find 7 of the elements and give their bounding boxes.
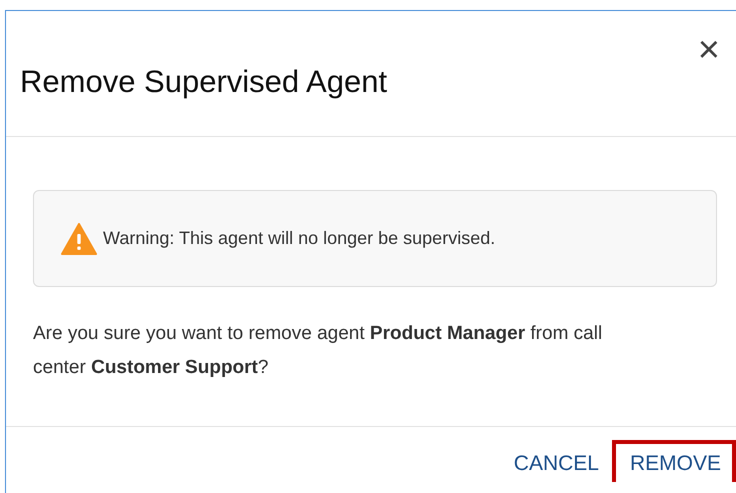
warning-text: Warning: This agent will no longer be supervised.: [103, 227, 496, 250]
dialog-title: Remove Supervised Agent: [20, 64, 388, 100]
warning-icon: [61, 222, 97, 254]
close-button[interactable]: ×: [698, 31, 720, 69]
action-button[interactable]: REMOVE: [612, 440, 736, 482]
confirmation-message: Are you sure you want to remove agent Product Manager from call center Customer Support?: [33, 322, 604, 380]
action-button[interactable]: CANCEL: [496, 440, 612, 486]
